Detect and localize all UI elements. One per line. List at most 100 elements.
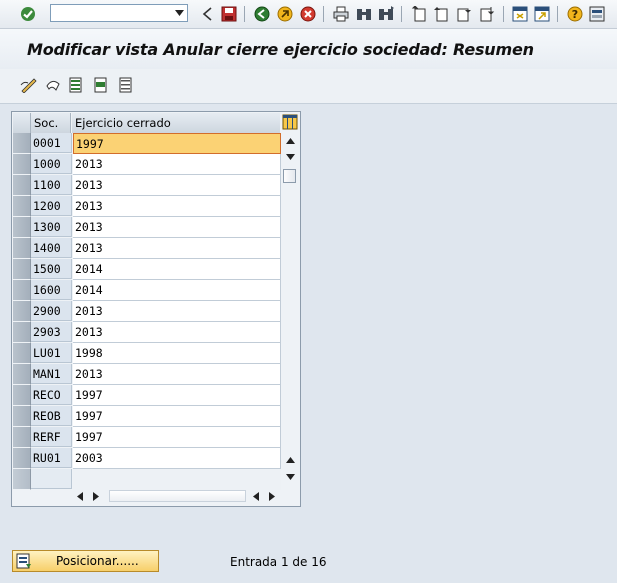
table-row: REOB xyxy=(13,406,281,427)
table-row: RECO xyxy=(13,385,281,406)
scroll-down-icon[interactable] xyxy=(283,150,298,164)
table-row: 1300 xyxy=(13,217,281,238)
table-row: 1100 xyxy=(13,175,281,196)
scroll-right-icon[interactable] xyxy=(88,489,103,503)
command-field[interactable] xyxy=(50,4,188,22)
row-select-button[interactable] xyxy=(13,133,31,154)
table-control: Soc. Ejercicio cerrado 00011000110012001… xyxy=(11,111,301,507)
row-select-button[interactable] xyxy=(13,280,31,301)
row-select-button[interactable] xyxy=(13,385,31,406)
fiscal-year-input[interactable] xyxy=(73,133,281,154)
find-next-icon[interactable] xyxy=(376,4,396,24)
table-row: 1600 xyxy=(13,280,281,301)
fiscal-year-input[interactable] xyxy=(73,259,281,280)
row-select-button[interactable] xyxy=(13,406,31,427)
row-select-button[interactable] xyxy=(13,343,31,364)
fiscal-year-input[interactable] xyxy=(73,196,281,217)
scroll-up-icon[interactable] xyxy=(283,134,298,148)
save-icon[interactable] xyxy=(219,4,239,24)
layout-icon[interactable] xyxy=(587,4,607,24)
horizontal-scroll-thumb[interactable] xyxy=(109,490,246,502)
fiscal-year-input[interactable] xyxy=(73,427,281,448)
row-select-button[interactable] xyxy=(13,259,31,280)
select-block-icon[interactable] xyxy=(91,75,111,95)
fiscal-year-input[interactable] xyxy=(73,175,281,196)
position-button-label: Posicionar...... xyxy=(56,554,139,568)
edit-toggle-icon[interactable] xyxy=(19,75,39,95)
scroll-left-icon[interactable] xyxy=(72,489,87,503)
select-all-rows-button[interactable] xyxy=(13,113,31,133)
row-select-button[interactable] xyxy=(13,364,31,385)
fiscal-year-cell xyxy=(73,322,281,343)
column-header-fiscal-year[interactable]: Ejercicio cerrado xyxy=(72,113,280,133)
fiscal-year-cell xyxy=(73,385,281,406)
fiscal-year-input[interactable] xyxy=(73,280,281,301)
table-row: 1500 xyxy=(13,259,281,280)
vertical-scrollbar[interactable] xyxy=(282,133,299,484)
fiscal-year-input[interactable] xyxy=(73,238,281,259)
print-icon[interactable] xyxy=(331,4,351,24)
check-icon[interactable] xyxy=(18,4,38,24)
row-select-button[interactable] xyxy=(13,196,31,217)
scroll-left-end-icon[interactable] xyxy=(248,489,263,503)
fiscal-year-cell xyxy=(73,469,281,490)
row-select-button[interactable] xyxy=(13,469,31,490)
exit-icon[interactable] xyxy=(275,4,295,24)
table-row: 1400 xyxy=(13,238,281,259)
fiscal-year-input[interactable] xyxy=(73,385,281,406)
find-icon[interactable] xyxy=(354,4,374,24)
cancel-icon[interactable] xyxy=(298,4,318,24)
previous-page-icon[interactable] xyxy=(431,4,451,24)
command-input[interactable] xyxy=(51,5,175,21)
select-all-icon[interactable] xyxy=(66,75,86,95)
fiscal-year-input[interactable] xyxy=(73,448,281,469)
row-select-button[interactable] xyxy=(13,238,31,259)
first-page-icon[interactable] xyxy=(409,4,429,24)
undo-icon[interactable] xyxy=(43,75,63,95)
row-select-button[interactable] xyxy=(13,427,31,448)
table-row: 1200 xyxy=(13,196,281,217)
deselect-all-icon[interactable] xyxy=(116,75,136,95)
help-icon[interactable]: ? xyxy=(565,4,585,24)
back-green-icon[interactable] xyxy=(252,4,272,24)
fiscal-year-input[interactable] xyxy=(73,343,281,364)
fiscal-year-input[interactable] xyxy=(73,301,281,322)
scroll-down-bottom-icon[interactable] xyxy=(283,470,298,484)
fiscal-year-cell xyxy=(73,154,281,175)
table-settings-icon[interactable] xyxy=(281,113,299,131)
company-code-cell: 1400 xyxy=(31,238,72,258)
row-select-button[interactable] xyxy=(13,301,31,322)
vertical-scroll-thumb[interactable] xyxy=(283,169,296,183)
shortcut-icon[interactable] xyxy=(532,4,552,24)
new-session-icon[interactable] xyxy=(510,4,530,24)
table-row-empty xyxy=(13,469,281,490)
chevron-down-icon[interactable] xyxy=(171,5,187,21)
table-row: 2903 xyxy=(13,322,281,343)
scroll-right-end-icon[interactable] xyxy=(264,489,279,503)
row-select-button[interactable] xyxy=(13,154,31,175)
row-select-button[interactable] xyxy=(13,175,31,196)
fiscal-year-input[interactable] xyxy=(73,364,281,385)
fiscal-year-cell xyxy=(73,301,281,322)
company-code-cell: 2900 xyxy=(31,301,72,321)
fiscal-year-input[interactable] xyxy=(73,217,281,238)
company-code-cell: REOB xyxy=(31,406,72,426)
row-select-button[interactable] xyxy=(13,217,31,238)
back-icon[interactable] xyxy=(197,4,217,24)
fiscal-year-input[interactable] xyxy=(73,154,281,175)
table-row: 2900 xyxy=(13,301,281,322)
last-page-icon[interactable] xyxy=(477,4,497,24)
horizontal-scrollbar[interactable] xyxy=(72,488,280,504)
column-header-company[interactable]: Soc. xyxy=(31,113,71,133)
row-select-button[interactable] xyxy=(13,322,31,343)
next-page-icon[interactable] xyxy=(454,4,474,24)
scroll-up-bottom-icon[interactable] xyxy=(283,453,298,467)
row-select-button[interactable] xyxy=(13,448,31,469)
fiscal-year-cell xyxy=(73,217,281,238)
fiscal-year-input[interactable] xyxy=(73,406,281,427)
fiscal-year-input[interactable] xyxy=(73,322,281,343)
page-title: Modificar vista Anular cierre ejercicio … xyxy=(27,40,534,59)
fiscal-year-cell xyxy=(73,238,281,259)
fiscal-year-cell xyxy=(73,364,281,385)
position-button[interactable]: Posicionar...... xyxy=(12,550,159,572)
